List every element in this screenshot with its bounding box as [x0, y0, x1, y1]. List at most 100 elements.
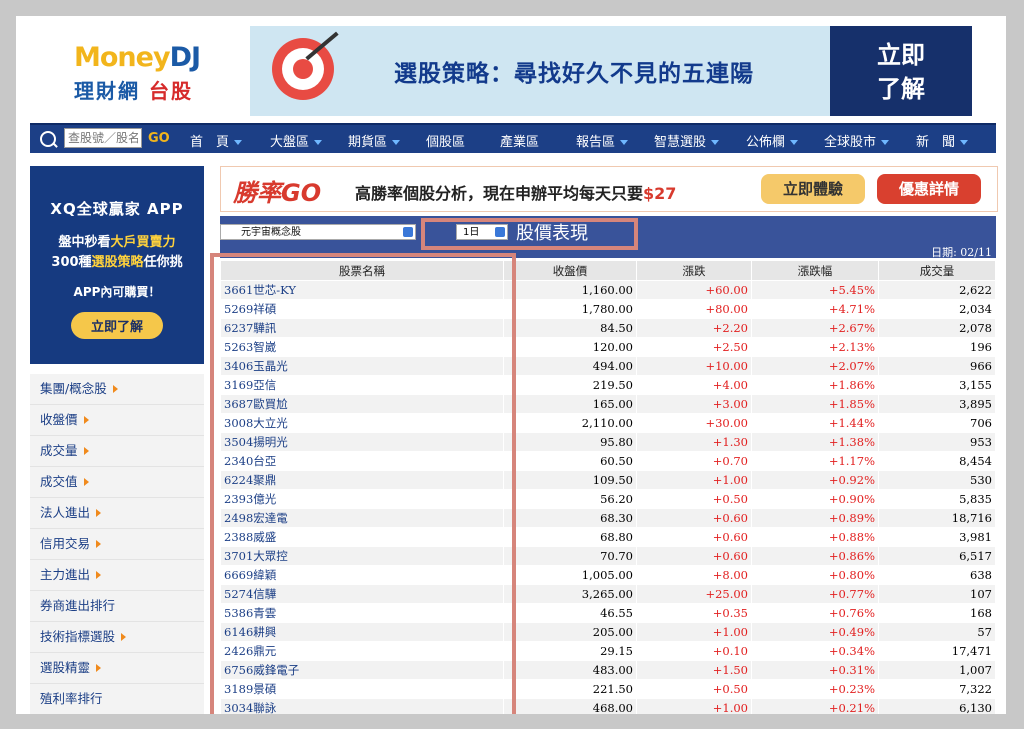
banner-text: 選股策略：尋找好久不見的五連陽 [394, 61, 754, 87]
nav-bulletin[interactable]: 公佈欄 [746, 131, 799, 150]
chevron-down-icon [314, 140, 323, 145]
nav-home-label: 首 頁 [190, 135, 230, 150]
price-change-pct: +2.07% [751, 356, 879, 376]
chevron-right-icon [96, 571, 102, 579]
side-item-value[interactable]: 成交值 [30, 467, 204, 498]
price-change: +25.00 [636, 584, 752, 604]
nav-industry[interactable]: 產業區 [500, 131, 539, 150]
chevron-right-icon [121, 633, 127, 641]
trade-volume: 3,981 [878, 527, 996, 547]
trade-volume: 3,155 [878, 375, 996, 395]
side-ad-line1: 盤中秒看大戶買賣力 [30, 233, 204, 253]
nav-report[interactable]: 報告區 [576, 131, 629, 150]
chevron-right-icon [96, 540, 102, 548]
concept-select-value: 元宇宙概念股 [241, 227, 301, 238]
price-change: +2.20 [636, 318, 752, 338]
side-ad-line2b: 選股策略 [91, 255, 144, 270]
side-ad-line1a: 盤中秒看 [58, 235, 111, 250]
price-change-pct: +5.45% [751, 280, 879, 300]
side-item-volume[interactable]: 成交量 [30, 436, 204, 467]
search-go-button[interactable]: GO [148, 131, 170, 146]
nav-market-label: 大盤區 [270, 135, 310, 150]
price-change-pct: +1.44% [751, 413, 879, 433]
chevron-right-icon [96, 664, 102, 672]
concept-select[interactable]: 元宇宙概念股 [220, 224, 416, 240]
price-change: +4.00 [636, 375, 752, 395]
price-change-pct: +1.38% [751, 432, 879, 452]
price-change-pct: +0.89% [751, 508, 879, 528]
try-now-button[interactable]: 立即體驗 [761, 174, 865, 204]
trade-volume: 168 [878, 603, 996, 623]
side-item-institutional[interactable]: 法人進出 [30, 498, 204, 529]
close-price: 468.00 [503, 698, 637, 714]
close-price: 165.00 [503, 394, 637, 414]
side-item-label: 成交值 [40, 474, 78, 489]
side-item-concept[interactable]: 集團/概念股 [30, 374, 204, 405]
col-change[interactable]: 漲跌 [636, 260, 752, 281]
side-item-main-force[interactable]: 主力進出 [30, 560, 204, 591]
nav-news-label: 新 聞 [916, 135, 956, 150]
side-item-wizard[interactable]: 選股精靈 [30, 653, 204, 684]
close-price: 2,110.00 [503, 413, 637, 433]
price-change: +10.00 [636, 356, 752, 376]
side-item-yield-rank[interactable]: 殖利率排行 [30, 684, 204, 714]
offer-details-button[interactable]: 優惠詳情 [877, 174, 981, 204]
side-item-label: 選股精靈 [40, 660, 91, 675]
side-ad-line2c: 任你挑 [143, 255, 183, 270]
close-price: 46.55 [503, 603, 637, 623]
col-close[interactable]: 收盤價 [503, 260, 637, 281]
promo-banner[interactable]: 勝率GO 高勝率個股分析，現在申辦平均每天只要$27 立即體驗 優惠詳情 [220, 166, 998, 212]
xq-app-ad[interactable]: XQ全球贏家 APP 盤中秒看大戶買賣力 300種選股策略任你挑 APP內可購買… [30, 166, 204, 364]
side-item-close-price[interactable]: 收盤價 [30, 405, 204, 436]
side-ad-cta-button[interactable]: 立即了解 [70, 312, 163, 339]
price-change: +0.60 [636, 527, 752, 547]
nav-news[interactable]: 新 聞 [916, 131, 969, 150]
nav-smart-pick-label: 智慧選股 [654, 135, 707, 150]
nav-home[interactable]: 首 頁 [190, 131, 243, 150]
price-change-pct: +0.77% [751, 584, 879, 604]
chevron-right-icon [96, 509, 102, 517]
price-change: +1.00 [636, 622, 752, 642]
target-icon [272, 38, 334, 100]
trade-volume: 17,471 [878, 641, 996, 661]
price-change-pct: +0.31% [751, 660, 879, 680]
promo-text: 高勝率個股分析，現在申辦平均每天只要$27 [355, 180, 676, 204]
nav-market[interactable]: 大盤區 [270, 131, 323, 150]
nav-futures[interactable]: 期貨區 [348, 131, 401, 150]
chevron-right-icon [83, 416, 89, 424]
nav-stock[interactable]: 個股區 [426, 131, 465, 150]
trade-volume: 706 [878, 413, 996, 433]
promo-text-a: 高勝率個股分析，現在申辦平均每天只要 [355, 184, 644, 203]
main-nav: GO 首 頁 大盤區 期貨區 個股區 產業區 報告區 智慧選股 公佈欄 全球股市… [30, 123, 996, 153]
price-change: +30.00 [636, 413, 752, 433]
price-change-pct: +4.71% [751, 299, 879, 319]
nav-stock-label: 個股區 [426, 135, 466, 150]
price-change: +0.10 [636, 641, 752, 661]
nav-smart-pick[interactable]: 智慧選股 [654, 131, 720, 150]
nav-bulletin-label: 公佈欄 [746, 135, 786, 150]
side-ad-line3: APP內可購買！ [73, 285, 161, 299]
nav-global[interactable]: 全球股市 [824, 131, 890, 150]
side-item-label: 殖利率排行 [40, 691, 103, 706]
price-change-pct: +1.17% [751, 451, 879, 471]
col-change-pct[interactable]: 漲跌幅 [751, 260, 879, 281]
close-price: 3,265.00 [503, 584, 637, 604]
side-item-broker-rank[interactable]: 券商進出排行 [30, 591, 204, 622]
side-item-technical[interactable]: 技術指標選股 [30, 622, 204, 653]
price-change-pct: +0.34% [751, 641, 879, 661]
col-volume[interactable]: 成交量 [878, 260, 996, 281]
search-icon[interactable] [40, 131, 56, 147]
moneydj-logo[interactable]: MoneyDJ 理財網 台股 [74, 42, 224, 114]
stock-search-input[interactable] [64, 128, 142, 148]
price-change-pct: +0.23% [751, 679, 879, 699]
chevron-right-icon [83, 478, 89, 486]
top-banner-ad[interactable]: 選股策略：尋找好久不見的五連陽 立即了解 [250, 26, 972, 116]
close-price: 68.30 [503, 508, 637, 528]
close-price: 494.00 [503, 356, 637, 376]
chevron-right-icon [83, 447, 89, 455]
side-item-margin[interactable]: 信用交易 [30, 529, 204, 560]
side-item-label: 信用交易 [40, 536, 91, 551]
trade-volume: 5,835 [878, 489, 996, 509]
price-change-pct: +0.80% [751, 565, 879, 585]
banner-cta-button[interactable]: 立即了解 [830, 26, 972, 116]
